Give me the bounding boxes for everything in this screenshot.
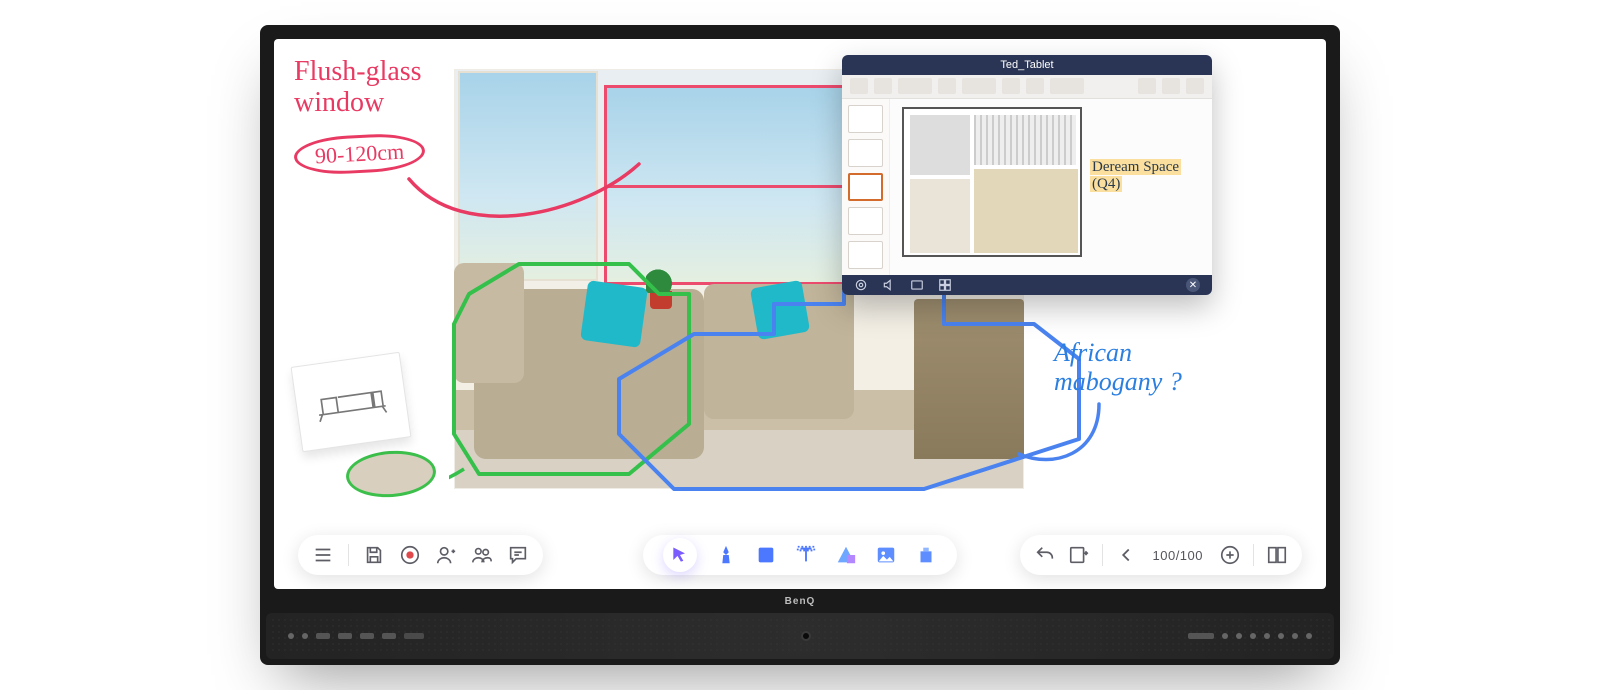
comment-icon[interactable] [507, 544, 529, 566]
sofa-sketch-card[interactable] [291, 352, 412, 452]
close-icon[interactable]: ✕ [1186, 278, 1200, 292]
audio-icon[interactable] [882, 278, 896, 292]
soundbar [266, 613, 1334, 659]
brand-logo: BenQ [260, 589, 1340, 613]
image-tool[interactable] [875, 544, 897, 566]
dining-table [914, 299, 1024, 459]
screen-share-footer: ✕ [842, 275, 1212, 295]
toolbar-center [643, 535, 957, 575]
slide-handwritten-note[interactable]: Deream Space (Q4) [1090, 159, 1181, 193]
menu-icon[interactable] [312, 544, 334, 566]
slide-note-line2: (Q4) [1090, 176, 1122, 192]
cast-icon[interactable] [854, 278, 868, 292]
widgets-tool[interactable] [915, 544, 937, 566]
annotation-red-line1: Flush-glass [294, 56, 422, 87]
plant [644, 269, 678, 309]
app-ribbon [842, 75, 1212, 100]
annotation-blue-line1: African [1054, 338, 1132, 367]
text-tool[interactable] [795, 544, 817, 566]
screen-share-window[interactable]: Ted_Tablet Deream Space (Q4) [842, 55, 1212, 295]
wood-swatch[interactable] [345, 448, 438, 500]
add-page-icon[interactable] [1219, 544, 1241, 566]
toolbar-left [298, 535, 543, 575]
record-icon[interactable] [399, 544, 421, 566]
toolbar-right: 100/100 [1020, 535, 1303, 575]
pen-tool[interactable] [715, 544, 737, 566]
annotation-red-measure: 90-120cm [293, 131, 426, 176]
shape-tool[interactable] [755, 544, 777, 566]
export-icon[interactable] [1068, 544, 1090, 566]
prev-page-icon[interactable] [1115, 544, 1137, 566]
camera-icon [801, 631, 811, 641]
window-left [458, 71, 598, 281]
undo-icon[interactable] [1034, 544, 1056, 566]
add-user-icon[interactable] [435, 544, 457, 566]
blue-connector-line [1014, 399, 1104, 479]
slide-canvas[interactable]: Deream Space (Q4) [890, 99, 1212, 275]
annotation-red-line2: window [294, 87, 384, 118]
save-icon[interactable] [363, 544, 385, 566]
annotation-window-label[interactable]: Flush-glass window 90-120cm [294, 57, 425, 173]
whiteboard-canvas[interactable]: Flush-glass window 90-120cm African mabo… [274, 39, 1326, 589]
group-icon[interactable] [471, 544, 493, 566]
floor-plan[interactable] [902, 107, 1082, 257]
annotation-blue-line2: mabogany ? [1054, 367, 1182, 396]
page-overview-icon[interactable] [1266, 544, 1288, 566]
geometry-tool[interactable] [835, 544, 857, 566]
fullscreen-icon[interactable] [910, 278, 924, 292]
slide-thumbnails[interactable] [842, 99, 890, 275]
annotated-window[interactable] [604, 85, 854, 285]
pillow-2 [750, 280, 810, 340]
selected-slide-thumb[interactable] [848, 173, 883, 201]
page-counter: 100/100 [1149, 548, 1208, 563]
interactive-display: Flush-glass window 90-120cm African mabo… [260, 25, 1340, 665]
select-tool[interactable] [663, 538, 697, 572]
screen-share-title[interactable]: Ted_Tablet [842, 55, 1212, 75]
pillow-1 [580, 280, 648, 348]
annotation-floor-label[interactable]: African mabogany ? [1054, 339, 1182, 396]
grid-icon[interactable] [938, 278, 952, 292]
slide-note-line1: Deream Space [1090, 159, 1181, 175]
